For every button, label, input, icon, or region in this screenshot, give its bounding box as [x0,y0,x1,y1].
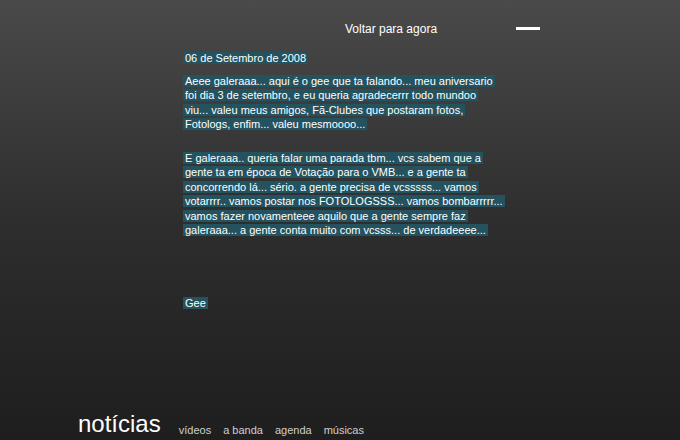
page: Voltar para agora 06 de Setembro de 2008 A… [0,0,680,440]
post-line: foi dia 3 de setembro, e eu queria agrad… [183,89,478,101]
menu-dash-icon[interactable] [516,27,540,30]
back-link[interactable]: Voltar para agora [345,20,437,38]
post-line: gente ta em época de Votação para o VMB.… [183,166,468,178]
nav-item[interactable]: a banda [223,422,263,438]
post-line: E galeraaa.. queria falar uma parada tbm… [183,152,483,164]
post-line: vamos fazer novamenteee aquilo que a gen… [183,210,468,222]
post-paragraph: E galeraaa.. queria falar uma parada tbm… [183,151,680,238]
nav-item[interactable]: músicas [324,422,364,438]
post-line: galeraaa... a gente conta muito com vcss… [183,224,488,236]
post-line: Fotologs, enfim... valeu mesmoooo... [183,118,367,130]
post-date: 06 de Setembro de 2008 [183,52,308,64]
post: 06 de Setembro de 2008 Aeee galeraaa... a… [0,38,680,310]
post-line: votarrrr.. vamos postar nos FOTOLOGSSS..… [183,195,505,207]
nav-item[interactable]: vídeos [179,422,211,438]
post-paragraph: Aeee galeraaa... aqui é o gee que ta fal… [183,74,680,132]
post-line: viu... valeu meus amigos, Fã-Clubes que … [183,104,465,116]
top-bar: Voltar para agora [0,0,680,38]
post-line: Aeee galeraaa... aqui é o gee que ta fal… [183,75,495,87]
nav-item[interactable]: notícias [78,410,161,438]
nav-item[interactable]: agenda [275,422,312,438]
post-signature: Gee [183,297,208,309]
bottom-nav: notícias vídeos a banda agenda músicas [0,410,680,440]
post-line: concorrendo lá... sério. a gente precisa… [183,181,479,193]
